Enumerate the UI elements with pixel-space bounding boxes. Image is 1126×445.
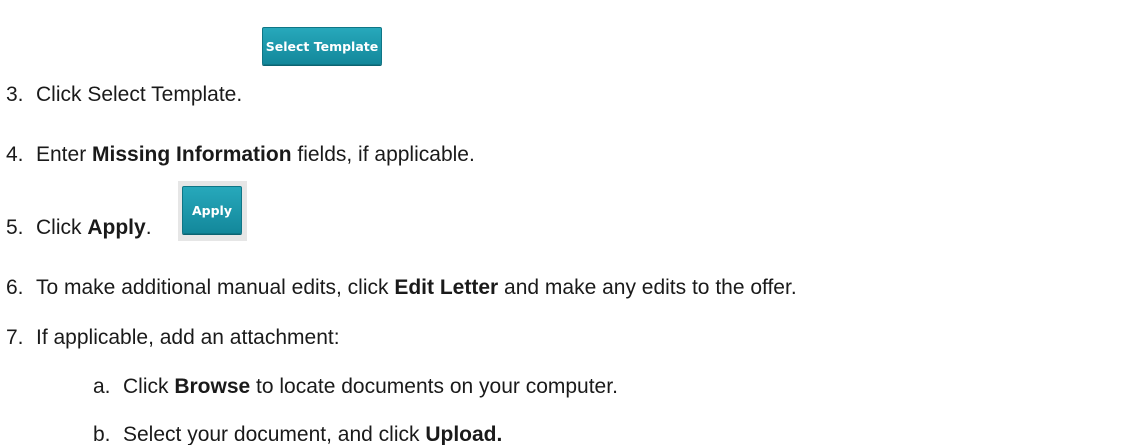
substep-bold-term: Browse xyxy=(174,375,251,398)
step-7: 7. If applicable, add an attachment: xyxy=(6,326,340,350)
substep-a: a. Click Browse to locate documents on yo… xyxy=(93,375,618,399)
step-number: 6. xyxy=(6,276,24,299)
step-bold-term: Missing Information xyxy=(92,143,292,166)
step-4: 4. Enter Missing Information fields, if a… xyxy=(6,143,475,167)
apply-button-label: Apply xyxy=(191,202,232,218)
step-5: 5. Click Apply. xyxy=(6,216,152,240)
select-template-button-label: Select Template xyxy=(265,38,379,54)
substep-bold-term: Upload. xyxy=(425,423,503,445)
step-number: 7. xyxy=(6,326,24,349)
step-3: 3. Click Select Template. xyxy=(6,83,242,107)
step-text: To make additional manual edits, click xyxy=(36,276,395,299)
step-bold-term: Edit Letter xyxy=(394,276,499,299)
step-text-suffix: . xyxy=(145,216,152,239)
step-text-suffix: fields, if applicable. xyxy=(291,143,475,166)
substep-text: Click xyxy=(123,375,175,398)
substep-letter: b. xyxy=(93,423,111,445)
step-text: Click Select Template. xyxy=(36,83,243,106)
step-text: Click xyxy=(36,216,88,239)
step-text: Enter xyxy=(36,143,93,166)
step-number: 4. xyxy=(6,143,24,166)
step-number: 5. xyxy=(6,216,24,239)
step-number: 3. xyxy=(6,83,24,106)
substep-letter: a. xyxy=(93,375,111,398)
substep-b: b. Select your document, and click Upload… xyxy=(93,423,502,445)
step-6: 6. To make additional manual edits, click… xyxy=(6,276,797,300)
step-bold-term: Apply xyxy=(87,216,146,239)
step-text: If applicable, add an attachment: xyxy=(36,326,340,349)
substep-text-suffix: to locate documents on your computer. xyxy=(250,375,618,398)
apply-button[interactable]: Apply xyxy=(182,186,242,234)
step-text-suffix: and make any edits to the offer. xyxy=(498,276,797,299)
substep-text: Select your document, and click xyxy=(123,423,426,445)
select-template-button[interactable]: Select Template xyxy=(262,27,382,65)
